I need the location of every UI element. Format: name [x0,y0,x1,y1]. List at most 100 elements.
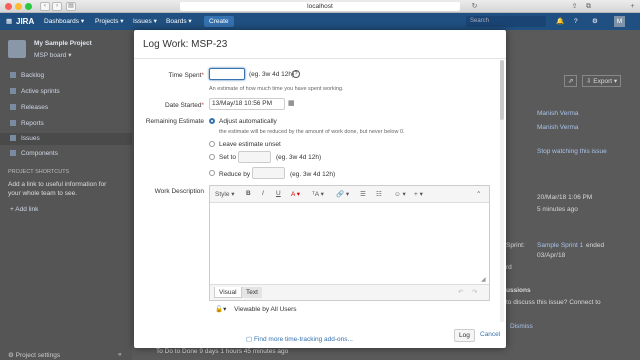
created-ago: 5 minutes ago [537,206,578,213]
radio-adjust-automatically[interactable] [209,118,215,124]
background-fragment-rd: rd [506,264,512,271]
collapse-toolbar-icon[interactable]: ⌃ [476,190,481,198]
reload-icon[interactable]: ↻ [470,2,479,11]
shortcuts-text-1: Add a link to useful information for [8,181,107,188]
sidebar-item-reports[interactable]: Reports [10,120,44,127]
reporter-name[interactable]: Manish Verma [537,124,579,131]
shortcuts-text-2: your whole team to see. [8,190,78,197]
dialog-header: Log Work: MSP-23 [134,30,506,59]
insert-more-icon[interactable]: + ▾ [414,190,423,198]
gear-icon[interactable]: ⚙ [592,16,598,27]
tab-visual[interactable]: Visual [214,287,242,298]
minimize-window-button[interactable] [15,3,22,10]
sidebar-item-components[interactable]: Components [10,150,58,157]
text-color-icon[interactable]: A ▾ [291,190,300,198]
tabs-icon[interactable]: ⧉ [584,2,593,11]
date-started-label: Date Started* [164,102,204,109]
create-button[interactable]: Create [204,16,234,27]
scrollbar-thumb[interactable] [500,60,504,120]
release-icon [10,104,16,111]
new-tab-icon[interactable]: + [628,2,637,11]
sprint-link[interactable]: Sample Sprint 1 [537,242,583,249]
dismiss-link[interactable]: Dismiss [510,323,533,330]
emoticon-icon[interactable]: ☺ ▾ [394,190,406,198]
sidebar-item-active-sprints[interactable]: Active sprints [10,88,60,95]
app-switcher-icon[interactable]: ▦ [6,16,12,27]
resize-handle-icon[interactable]: ◢ [481,276,486,283]
forward-icon[interactable]: › [52,2,62,11]
visibility-selector[interactable]: 🔓▾ Viewable by All Users [215,305,297,313]
remaining-estimate-label: Remaining Estimate [145,118,204,125]
editor-content-area[interactable] [210,203,489,284]
board-selector[interactable]: MSP board ▾ [34,51,71,59]
style-dropdown[interactable]: Style ▾ [215,190,235,198]
undo-icon[interactable]: ↶ [454,287,467,298]
adjust-automatically-description: the estimate will be reduced by the amou… [219,129,405,135]
cancel-link[interactable]: Cancel [480,331,500,338]
discussions-heading: ussions [506,287,531,294]
avatar[interactable]: M [614,16,625,27]
sidebar-item-releases[interactable]: Releases [10,104,48,111]
help-icon[interactable]: ? [292,70,300,78]
set-to-hint: (eg. 3w 4d 12h) [276,154,322,161]
export-button[interactable]: ⇩ Export ▾ [582,75,622,87]
radio-reduce-by[interactable] [209,170,215,176]
jira-topbar: ▦ JIRA Dashboards ▾ Projects ▾ Issues ▾ … [0,13,640,30]
italic-icon[interactable]: I [262,190,264,197]
find-addons-link[interactable]: ▢ Find more time-tracking add-ons... [246,335,353,343]
redo-icon[interactable]: ↷ [468,287,481,298]
jira-logo[interactable]: JIRA [16,16,34,27]
menu-projects[interactable]: Projects ▾ [95,16,124,27]
browser-titlebar: ‹ › ▤ localhost ↻ ⇪ ⧉ + [0,0,640,13]
radio-leave-unset[interactable] [209,141,215,147]
text-size-icon[interactable]: ᵀA ▾ [312,190,324,198]
numbered-list-icon[interactable]: ☷ [376,190,382,198]
assignee-name[interactable]: Manish Verma [537,110,579,117]
close-window-button[interactable] [5,3,12,10]
underline-icon[interactable]: U [276,190,281,197]
reduce-by-hint: (eg. 3w 4d 12h) [290,171,336,178]
bold-icon[interactable]: B [246,190,251,197]
collapse-sidebar-icon[interactable]: « [118,351,122,358]
search-input[interactable]: Search [466,16,546,27]
set-to-input[interactable] [238,151,271,163]
project-name[interactable]: My Sample Project [34,40,92,47]
sidebar-item-backlog[interactable]: Backlog [10,72,44,79]
zoom-window-button[interactable] [25,3,32,10]
reduce-by-label: Reduce by [219,171,251,178]
stop-watching-link[interactable]: Stop watching this issue [537,148,607,155]
notifications-icon[interactable]: 🔔 [556,16,564,27]
menu-issues[interactable]: Issues ▾ [133,16,157,27]
required-marker: * [201,102,204,109]
menu-boards[interactable]: Boards ▾ [166,16,192,27]
sidebar-item-issues[interactable]: Issues [0,133,132,145]
time-spent-input[interactable] [209,68,245,80]
dialog-scrollbar[interactable] [500,60,504,322]
share-icon[interactable]: ⇗ [564,75,578,87]
work-description-editor[interactable]: Style ▾ B I U A ▾ ᵀA ▾ 🔗 ▾ ☰ ☷ ☺ ▾ + ▾ ⌃… [209,185,490,301]
reduce-by-input[interactable] [252,167,285,179]
editor-mode-tabs: Visual Text ↶ ↷ [210,284,489,300]
log-button[interactable]: Log [454,329,475,342]
date-started-input[interactable]: 13/May/18 10:56 PM [209,98,285,110]
add-link-button[interactable]: + Add link [10,206,38,213]
required-marker: * [201,72,204,79]
adjust-automatically-label: Adjust automatically [219,118,277,125]
issues-icon [10,135,16,142]
sidebar-toggle-icon[interactable]: ▤ [66,2,76,11]
address-bar[interactable]: localhost [180,2,460,11]
help-icon[interactable]: ? [574,16,578,27]
sprint-icon [10,88,16,95]
share-icon[interactable]: ⇪ [570,2,579,11]
link-icon[interactable]: 🔗 ▾ [336,190,349,198]
calendar-icon[interactable]: ▦ [288,99,295,107]
lock-icon: 🔓▾ [215,306,229,313]
work-description-label: Work Description [154,188,204,195]
radio-set-to[interactable] [209,154,215,160]
sprint-ended: ended [586,242,605,249]
project-settings-link[interactable]: ⚙ Project settings [8,351,60,359]
tab-text[interactable]: Text [242,287,262,298]
back-icon[interactable]: ‹ [40,2,50,11]
bullet-list-icon[interactable]: ☰ [360,190,366,198]
menu-dashboards[interactable]: Dashboards ▾ [44,16,84,27]
